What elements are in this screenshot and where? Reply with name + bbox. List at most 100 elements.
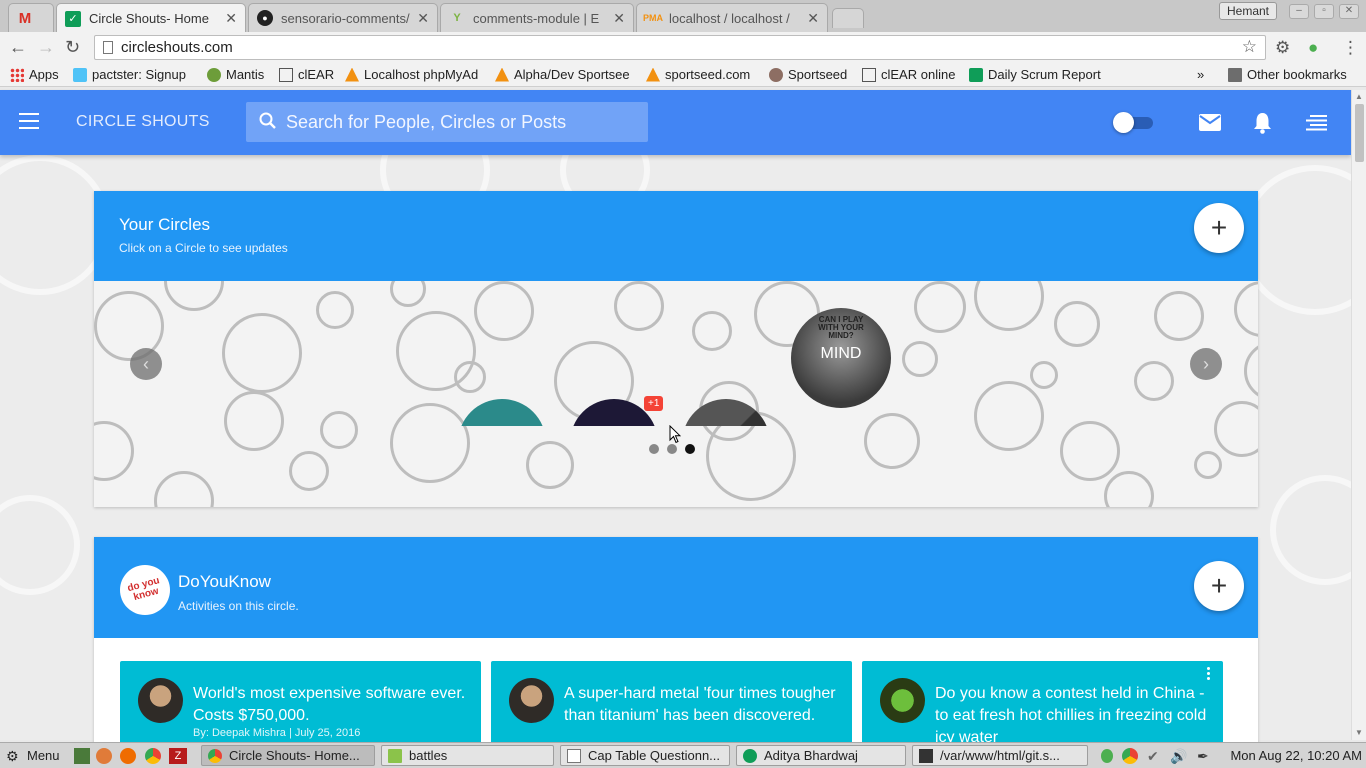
maximize-button[interactable]: ▫	[1314, 4, 1334, 19]
scroll-up-arrow-icon[interactable]: ▲	[1355, 92, 1363, 101]
clock[interactable]: Mon Aug 22, 10:20 AM	[1230, 748, 1362, 763]
back-icon[interactable]: ←	[9, 37, 27, 58]
minimize-button[interactable]: –	[1289, 4, 1309, 19]
bookmark-clear-online[interactable]: clEAR online	[862, 67, 955, 82]
mind-caption: CAN I PLAY WITH YOUR MIND?	[818, 315, 864, 340]
extension-icon[interactable]: ●	[1308, 38, 1318, 58]
brand-title[interactable]: CIRCLE SHOUTS	[76, 113, 210, 131]
pma-icon	[495, 67, 509, 82]
circle-feed-card: do you know DoYouKnow Activities on this…	[94, 537, 1258, 752]
carousel-next-button[interactable]: ›	[1190, 348, 1222, 380]
tab-phpmyadmin[interactable]: PMA localhost / localhost / ✕	[636, 3, 828, 32]
bookmark-alpha-dev[interactable]: Alpha/Dev Sportsee	[495, 67, 635, 82]
shield-tray-icon[interactable]: ✔	[1147, 746, 1159, 767]
carousel-prev-button[interactable]: ‹	[130, 348, 162, 380]
bookmark-daily-scrum[interactable]: Daily Scrum Report	[969, 67, 1101, 82]
taskbar-window-battles[interactable]: battles	[381, 745, 554, 766]
add-circle-button[interactable]: +	[1194, 203, 1244, 253]
address-bar[interactable]: circleshouts.com ☆	[94, 35, 1266, 60]
carousel-dot-1[interactable]	[649, 444, 659, 454]
post-card-1[interactable]: World's most expensive software ever. Co…	[120, 661, 481, 751]
search-placeholder: Search for People, Circles or Posts	[286, 112, 567, 132]
forward-icon[interactable]: →	[37, 37, 55, 58]
scrollbar-thumb[interactable]	[1355, 104, 1364, 162]
other-bookmarks[interactable]: Other bookmarks	[1228, 67, 1347, 82]
taskbar-window-terminal[interactable]: /var/www/html/git.s...	[912, 745, 1088, 766]
evernote-tray-icon[interactable]	[1101, 749, 1113, 763]
pen-tray-icon[interactable]: ✒	[1197, 746, 1209, 767]
page-scrollbar[interactable]: ▲ ▼	[1351, 90, 1366, 740]
browser-tab-strip: M ✓ Circle Shouts- Home ✕ ● sensorario-c…	[0, 0, 1366, 33]
post-byline: By: Deepak Mishra | July 25, 2016	[193, 727, 361, 739]
chrome-launcher-icon[interactable]	[145, 748, 161, 764]
search-input[interactable]: Search for People, Circles or Posts	[246, 102, 648, 142]
window-label: battles	[409, 748, 448, 763]
circle-thumb-2[interactable]	[570, 399, 658, 426]
profile-button[interactable]: Hemant	[1219, 2, 1278, 20]
yii-icon: Y	[453, 12, 461, 24]
close-window-button[interactable]: ✕	[1339, 4, 1359, 19]
list-menu-icon[interactable]	[1306, 115, 1327, 131]
carousel-dot-3[interactable]	[685, 444, 695, 454]
post-card-2[interactable]: A super-hard metal 'four times tougher t…	[491, 661, 852, 751]
taskbar-window-aditya[interactable]: Aditya Bhardwaj	[736, 745, 906, 766]
taskbar-window-circle-shouts[interactable]: Circle Shouts- Home...	[201, 745, 375, 766]
doyouknow-logo[interactable]: do you know	[120, 565, 170, 615]
firefox-alt-launcher-icon[interactable]	[120, 748, 136, 764]
bookmark-apps[interactable]: Apps	[10, 67, 59, 82]
gmail-icon: M	[18, 9, 32, 27]
tab-comments-module[interactable]: Y comments-module | E ✕	[440, 3, 634, 32]
bookmark-star-icon[interactable]: ☆	[1242, 37, 1257, 57]
post-card-3[interactable]: Do you know a contest held in China - to…	[862, 661, 1223, 751]
firefox-launcher-icon[interactable]	[96, 748, 112, 764]
circle-feed-title[interactable]: DoYouKnow	[178, 572, 271, 592]
post-more-menu-icon[interactable]	[1207, 667, 1211, 682]
taskbar-window-cap-table[interactable]: Cap Table Questionn...	[560, 745, 730, 766]
chrome-tray-icon[interactable]	[1122, 748, 1138, 764]
scroll-down-arrow-icon[interactable]: ▼	[1355, 728, 1363, 737]
your-circles-title: Your Circles	[119, 215, 211, 234]
volume-icon[interactable]: 🔊	[1170, 746, 1187, 767]
window-label: Aditya Bhardwaj	[764, 748, 858, 763]
tab-github[interactable]: ● sensorario-comments/ ✕	[248, 3, 438, 32]
circle-label-mind: MIND	[820, 345, 862, 362]
mode-toggle[interactable]	[1113, 112, 1153, 133]
post-text: Do you know a contest held in China - to…	[935, 685, 1207, 746]
bookmark-mantis[interactable]: Mantis	[207, 67, 264, 82]
bookmark-sportseed[interactable]: Sportseed	[769, 67, 847, 82]
your-circles-card: Your Circles Click on a Circle to see up…	[94, 191, 1258, 507]
mail-icon[interactable]	[1199, 114, 1221, 131]
carousel-dot-2[interactable]	[667, 444, 677, 454]
reload-icon[interactable]: ↻	[65, 37, 80, 58]
author-avatar	[509, 678, 554, 723]
close-tab-icon[interactable]: ✕	[225, 10, 237, 27]
settings-gear-icon[interactable]: ⚙	[1275, 38, 1290, 58]
bookmark-label: Localhost phpMyAd	[364, 67, 479, 82]
bookmark-clear[interactable]: clEAR	[279, 67, 334, 82]
tab-circle-shouts[interactable]: ✓ Circle Shouts- Home ✕	[56, 3, 246, 33]
new-tab-button[interactable]	[832, 8, 864, 28]
bookmark-pactster[interactable]: pactster: Signup	[73, 67, 197, 82]
close-tab-icon[interactable]: ✕	[807, 10, 819, 27]
chrome-menu-icon[interactable]: ⋮	[1342, 38, 1359, 58]
pma-icon	[345, 67, 359, 82]
start-menu-button[interactable]: ⚙ Menu	[6, 745, 60, 766]
circle-mind[interactable]: CAN I PLAY WITH YOUR MIND? MIND	[791, 308, 891, 408]
folder-icon	[1228, 67, 1242, 82]
filezilla-launcher-icon[interactable]: Z	[169, 748, 187, 764]
circles-carousel: +1 CAN I PLAY WITH YOUR MIND? MIND ‹ ›	[94, 281, 1258, 507]
close-tab-icon[interactable]: ✕	[613, 10, 625, 27]
terminal-launcher-icon[interactable]	[74, 748, 90, 764]
notifications-bell-icon[interactable]	[1253, 112, 1272, 134]
tab-gmail[interactable]: M	[8, 3, 54, 32]
mouse-cursor-icon	[669, 425, 681, 444]
bookmarks-overflow[interactable]: »	[1197, 67, 1204, 82]
add-post-button[interactable]: +	[1194, 561, 1244, 611]
author-avatar	[880, 678, 925, 723]
os-taskbar: ⚙ Menu Z Circle Shouts- Home... battles …	[0, 742, 1366, 768]
close-tab-icon[interactable]: ✕	[417, 10, 429, 27]
bookmark-sportseed-com[interactable]: sportseed.com	[646, 67, 750, 82]
bookmark-localhost-pma[interactable]: Localhost phpMyAd	[345, 67, 485, 82]
url-text: circleshouts.com	[121, 39, 233, 56]
hamburger-menu-icon[interactable]	[19, 113, 39, 129]
